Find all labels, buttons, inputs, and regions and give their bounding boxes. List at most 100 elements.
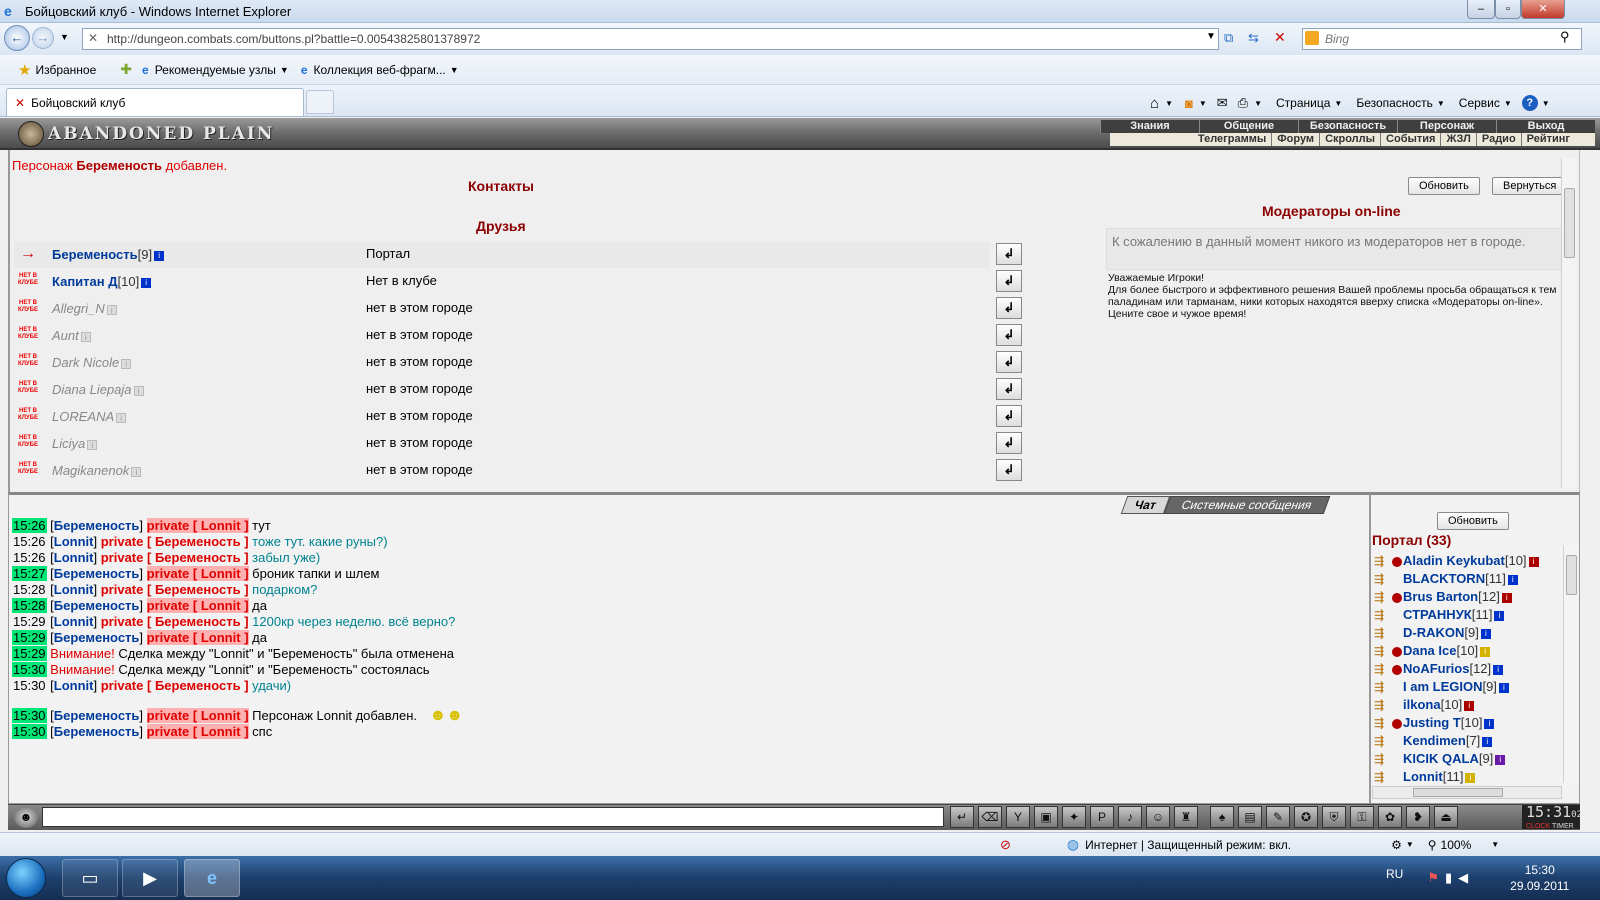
lock-icon[interactable]: ⚿ <box>1350 806 1374 828</box>
friend-nick[interactable]: Allegri_N <box>52 301 105 316</box>
smiles-icon[interactable]: ☺ <box>1146 806 1170 828</box>
submenu-scrolls[interactable]: Скроллы <box>1319 133 1380 146</box>
info-icon[interactable]: i <box>1482 736 1493 747</box>
paw-icon[interactable]: ✿ <box>1378 806 1402 828</box>
friend-nick[interactable]: Беременость <box>52 247 138 262</box>
chat-time[interactable]: 15:30 <box>12 708 47 723</box>
private-message-button[interactable]: ↲ <box>996 270 1022 292</box>
submenu-zhzl[interactable]: ЖЗЛ <box>1440 133 1475 146</box>
save-icon[interactable]: ▣ <box>1034 806 1058 828</box>
online-scrollbar[interactable] <box>1563 545 1578 783</box>
private-message-button[interactable]: ↲ <box>996 351 1022 373</box>
private-tag[interactable]: private [ Lonnit ] <box>146 630 249 645</box>
private-arrow-icon[interactable]: ⇶ <box>1374 770 1392 784</box>
chevron-down-icon[interactable]: ▼ <box>1542 99 1550 108</box>
friend-nick[interactable]: Liciya <box>52 436 85 451</box>
chat-input[interactable] <box>42 807 944 827</box>
friend-nick[interactable]: Aunt <box>52 328 79 343</box>
private-arrow-icon[interactable]: ⇶ <box>1374 590 1392 604</box>
online-player-name[interactable]: I am LEGION <box>1403 679 1482 694</box>
menu-security[interactable]: Безопасность <box>1298 120 1397 133</box>
online-player-name[interactable]: Dana Ice <box>1403 643 1456 658</box>
private-arrow-icon[interactable]: ⇶ <box>1374 680 1392 694</box>
compat-view-icon[interactable]: ⧉ <box>1224 30 1233 46</box>
info-icon[interactable]: i <box>1464 700 1475 711</box>
chat-sender[interactable]: Беременость <box>54 630 140 645</box>
back-button[interactable]: ← <box>4 25 30 51</box>
shield-icon[interactable]: ⛨ <box>1322 806 1346 828</box>
chest-icon[interactable]: ▤ <box>1238 806 1262 828</box>
menu-character[interactable]: Персонаж <box>1397 120 1496 133</box>
online-player-name[interactable]: СТРАННУК <box>1403 607 1472 622</box>
private-arrow-icon[interactable]: ⇶ <box>1374 734 1392 748</box>
clear-icon[interactable]: ⌫ <box>978 806 1002 828</box>
private-tag[interactable]: private [ Беременость ] <box>101 614 249 629</box>
refresh-icon[interactable]: ⇆ <box>1248 30 1259 46</box>
online-player-name[interactable]: Aladin Keykubat <box>1403 553 1505 568</box>
online-player-name[interactable]: D-RAKON <box>1403 625 1464 640</box>
chevron-down-icon[interactable]: ▼ <box>280 65 289 75</box>
submenu-forum[interactable]: Форум <box>1271 133 1319 146</box>
private-message-button[interactable]: ↲ <box>996 432 1022 454</box>
info-icon[interactable]: i <box>1480 628 1491 639</box>
online-player-name[interactable]: ilkona <box>1403 697 1441 712</box>
friend-nick[interactable]: Капитан Д <box>52 274 118 289</box>
info-icon[interactable]: i <box>1507 574 1518 585</box>
info-icon[interactable]: i <box>154 250 165 261</box>
menu-communication[interactable]: Общение <box>1199 120 1298 133</box>
friends-icon[interactable]: ♜ <box>1174 806 1198 828</box>
filter-icon[interactable]: Y <box>1006 806 1030 828</box>
print-icon[interactable]: ⎙ <box>1238 95 1248 111</box>
chat-time[interactable]: 15:30 <box>12 678 47 693</box>
online-refresh-button[interactable]: Обновить <box>1437 512 1509 530</box>
private-tag[interactable]: private [ Беременость ] <box>101 582 249 597</box>
private-tag[interactable]: private [ Lonnit ] <box>146 518 249 533</box>
chevron-down-icon[interactable]: ▼ <box>1254 99 1262 108</box>
private-message-button[interactable]: ↲ <box>996 459 1022 481</box>
contacts-scrollbar[interactable] <box>1561 158 1577 488</box>
chat-time[interactable]: 15:29 <box>12 614 47 629</box>
recommended-sites-link[interactable]: Рекомендуемые узлы <box>155 63 276 77</box>
web-slice-gallery-link[interactable]: Коллекция веб-фрагм... <box>314 63 446 77</box>
friend-name[interactable]: LOREANA i <box>52 409 127 424</box>
chat-sender[interactable]: Беременость <box>54 566 140 581</box>
history-dropdown-icon[interactable]: ▼ <box>60 32 69 42</box>
info-icon[interactable]: i <box>131 466 142 477</box>
mail-icon[interactable]: ✉ <box>1217 95 1228 111</box>
friend-nick[interactable]: Diana Liepaja <box>52 382 132 397</box>
bag-icon[interactable]: ♠ <box>1210 806 1234 828</box>
home-icon[interactable]: ⌂ <box>1150 95 1159 112</box>
online-player-name[interactable]: NoAFurios <box>1403 661 1469 676</box>
private-arrow-icon[interactable]: ⇶ <box>1374 626 1392 640</box>
menu-knowledge[interactable]: Знания <box>1100 120 1199 133</box>
friend-name[interactable]: Беременость[9] i <box>52 247 165 262</box>
private-tag[interactable]: private [ Lonnit ] <box>146 708 249 723</box>
horn-icon[interactable]: ❥ <box>1406 806 1430 828</box>
online-player-name[interactable]: KICIK QALA <box>1403 751 1479 766</box>
address-dropdown-icon[interactable]: ▼ <box>1206 31 1216 42</box>
chat-time[interactable]: 15:29 <box>12 630 47 645</box>
chat-sender[interactable]: Беременость <box>54 598 140 613</box>
friend-nick[interactable]: LOREANA <box>52 409 114 424</box>
exit-icon[interactable]: ⏏ <box>1434 806 1458 828</box>
private-arrow-icon[interactable]: ⇶ <box>1374 608 1392 622</box>
media-player-taskbar-icon[interactable]: ▶ <box>122 859 178 897</box>
friend-name[interactable]: Magikanenok i <box>52 463 142 478</box>
private-tag[interactable]: private [ Беременость ] <box>101 534 249 549</box>
back-to-game-button[interactable]: Вернуться <box>1492 177 1568 195</box>
chat-sender[interactable]: Беременость <box>54 724 140 739</box>
private-message-button[interactable]: ↲ <box>996 243 1022 265</box>
info-icon[interactable]: i <box>1528 556 1539 567</box>
private-tag[interactable]: private [ Беременость ] <box>101 550 249 565</box>
info-icon[interactable]: i <box>1484 718 1495 729</box>
chat-time[interactable]: 15:26 <box>12 534 47 549</box>
forward-button[interactable]: → <box>32 27 54 49</box>
private-arrow-icon[interactable]: ⇶ <box>1374 752 1392 766</box>
info-icon[interactable]: i <box>1501 592 1512 603</box>
search-icon[interactable]: ⚲ <box>1560 29 1570 45</box>
feeds-icon[interactable]: ◙ <box>1185 96 1193 111</box>
online-player-name[interactable]: Kendimen <box>1403 733 1466 748</box>
friend-name[interactable]: Aunt i <box>52 328 91 343</box>
info-icon[interactable]: i <box>106 304 117 315</box>
chat-sender[interactable]: Lonnit <box>54 534 94 549</box>
